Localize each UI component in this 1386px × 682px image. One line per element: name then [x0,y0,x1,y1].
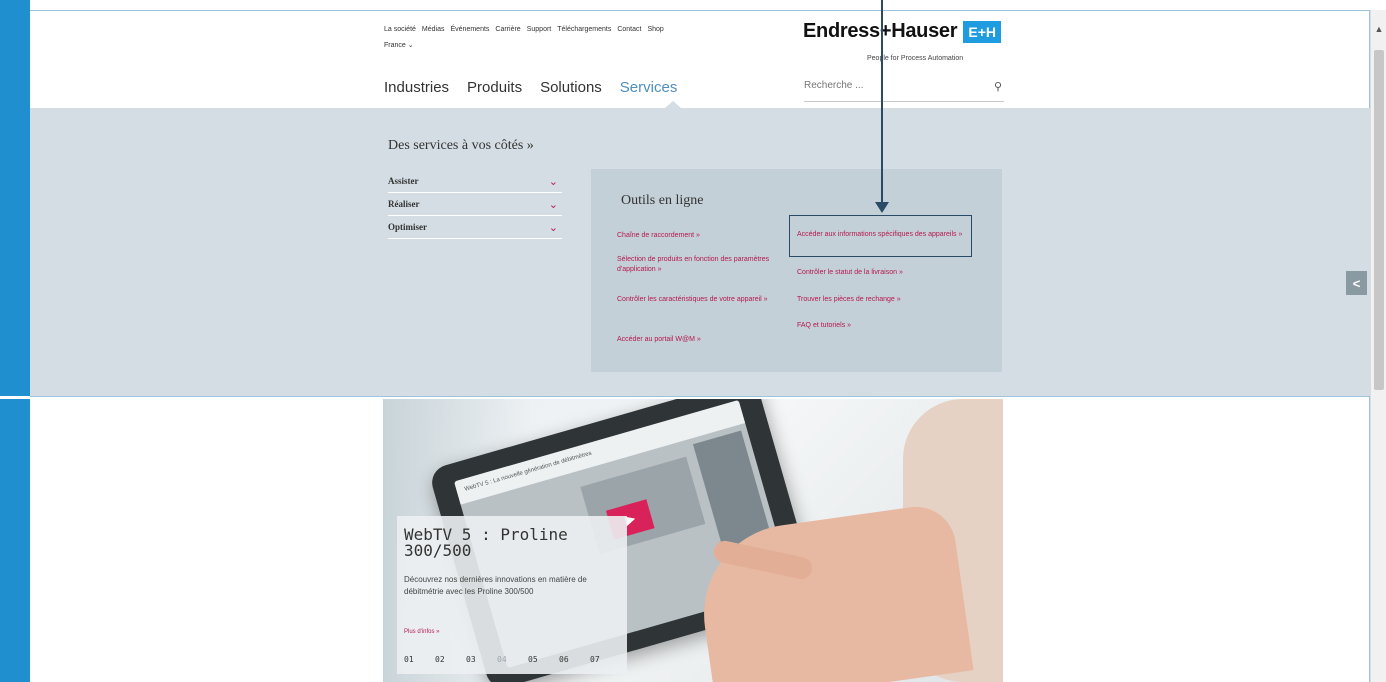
top-link-contact[interactable]: Contact [617,26,641,33]
country-selector[interactable]: France ⌄ [384,41,414,49]
pager-item[interactable]: 07 [590,655,621,664]
tool-link-faq-tutoriels[interactable]: FAQ et tutoriels » [797,321,965,331]
pager-item[interactable]: 01 [404,655,435,664]
pager-item[interactable]: 03 [466,655,497,664]
search-icon[interactable]: ⚲ [994,80,1002,93]
share-icon[interactable]: < [1346,271,1367,295]
mega-menu-title-link[interactable]: Des services à vos côtés » [388,138,534,154]
scroll-thumb[interactable] [1374,50,1384,390]
top-link-medias[interactable]: Médias [422,26,445,33]
carousel-pager: 01 02 03 04 05 06 07 [404,655,621,664]
nav-produits[interactable]: Produits [467,79,522,96]
tool-link-pieces-rechange[interactable]: Trouver les pièces de rechange » [797,295,965,305]
main-navigation: Industries Produits Solutions Services [384,79,677,96]
top-link-shop[interactable]: Shop [647,26,663,33]
top-link-carriere[interactable]: Carrière [495,26,520,33]
vertical-scrollbar[interactable]: ▲ [1370,10,1386,682]
top-link-support[interactable]: Support [527,26,552,33]
services-accordion: Assister ⌄ Réaliser ⌄ Optimiser ⌄ [388,170,562,239]
top-link-evenements[interactable]: Événements [451,26,490,33]
search-input[interactable] [804,80,974,91]
tool-link-statut-livraison[interactable]: Contrôler le statut de la livraison » [797,268,965,278]
tool-link-controler-caracteristiques[interactable]: Contrôler les caractéristiques de votre … [617,295,785,305]
callout-highlight-box [789,215,972,257]
accordion-label: Assister [388,176,419,186]
accordion-label: Optimiser [388,222,427,232]
pager-item-active[interactable]: 04 [497,655,528,664]
left-accent-bar [0,0,30,682]
active-nav-caret-icon [665,101,681,108]
pager-item[interactable]: 05 [528,655,559,664]
nav-solutions[interactable]: Solutions [540,79,602,96]
brand-logo[interactable]: Endress+Hauser E+H [803,20,1002,43]
online-tools-title: Outils en ligne [621,193,704,208]
browser-viewport: ▲ La société Médias Événements Carrière … [0,0,1386,682]
hero-more-link[interactable]: Plus d'infos » [404,629,440,635]
left-bar-divider [0,396,30,399]
callout-arrow-line [881,0,883,205]
tool-link-portail-wam[interactable]: Accéder au portail W@M » [617,335,785,345]
tool-link-chaine-raccordement[interactable]: Chaîne de raccordement » [617,231,785,241]
utility-links: La société Médias Événements Carrière Su… [384,26,664,33]
section-divider [30,396,1370,397]
accordion-item-optimiser[interactable]: Optimiser ⌄ [388,216,562,239]
hero-title: WebTV 5 : Proline 300/500 [404,525,568,560]
nav-services[interactable]: Services [620,79,678,96]
chevron-down-icon: ⌄ [548,175,558,188]
chevron-down-icon: ⌄ [548,221,558,234]
top-link-telechargements[interactable]: Téléchargements [557,26,611,33]
accordion-label: Réaliser [388,199,420,209]
hero-description: Découvrez nos dernières innovations en m… [404,575,587,596]
accordion-item-realiser[interactable]: Réaliser ⌄ [388,193,562,216]
top-link-societe[interactable]: La société [384,26,416,33]
search-box: ⚲ [804,80,1004,102]
accordion-item-assister[interactable]: Assister ⌄ [388,170,562,193]
callout-arrow-down-icon [875,202,889,213]
tool-link-selection-produits[interactable]: Sélection de produits en fonction des pa… [617,255,785,275]
pager-item[interactable]: 02 [435,655,466,664]
chevron-down-icon: ⌄ [548,198,558,211]
nav-industries[interactable]: Industries [384,79,449,96]
logo-badge-icon: E+H [963,20,1002,43]
scroll-up-arrow-icon[interactable]: ▲ [1371,24,1386,34]
pager-item[interactable]: 06 [559,655,590,664]
